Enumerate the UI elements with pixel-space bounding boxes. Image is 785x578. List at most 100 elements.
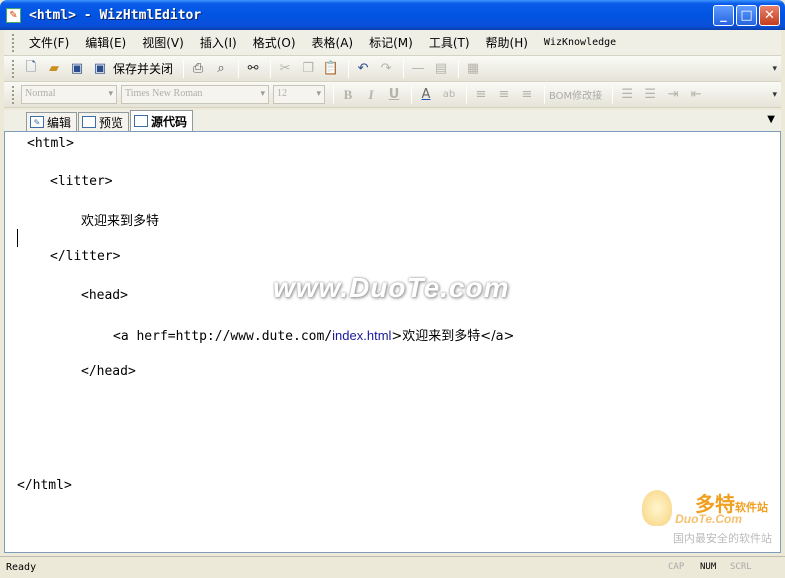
font-select[interactable]: Times New Roman xyxy=(121,85,269,104)
insert-icon[interactable]: ▤ xyxy=(431,59,451,79)
menu-edit[interactable]: 编辑(E) xyxy=(77,31,134,54)
num-indicator: NUM xyxy=(700,562,717,572)
save-close-icon[interactable]: ▣ xyxy=(90,59,110,79)
status-text: Ready xyxy=(6,562,37,573)
toolbar-separator xyxy=(238,59,240,78)
toolbar-separator xyxy=(411,85,412,104)
toolbar-separator xyxy=(270,59,272,78)
indent-icon[interactable]: ⇥ xyxy=(663,85,683,105)
toolbar-separator xyxy=(183,59,185,78)
menu-view[interactable]: 视图(V) xyxy=(134,31,192,54)
code-line: 欢迎来到多特 xyxy=(81,214,160,229)
toolbar-separator xyxy=(612,85,614,104)
tab-preview-label: 预览 xyxy=(99,115,124,130)
brand-logo: 多特软件站 DuoTe.Com 国内最安全的软件站 xyxy=(640,486,772,548)
tab-edit[interactable]: ✎ 编辑 xyxy=(26,112,78,131)
menu-help[interactable]: 帮助(H) xyxy=(478,31,536,54)
caps-indicator: CAP xyxy=(668,562,685,572)
copy-icon[interactable]: ❐ xyxy=(298,59,318,79)
watermark: www.DuoTe.com xyxy=(273,272,510,303)
scroll-indicator: SCRL xyxy=(730,562,752,572)
toolbar-separator xyxy=(403,59,405,78)
preview-icon xyxy=(82,116,97,128)
tab-source-label: 源代码 xyxy=(151,114,188,129)
toolbar-overflow-icon[interactable]: ▾ xyxy=(772,64,777,74)
app-icon: ✎ xyxy=(6,7,21,23)
tab-preview[interactable]: 预览 xyxy=(78,112,130,131)
toolbar-grip[interactable] xyxy=(12,59,15,78)
code-line: <litter> xyxy=(50,174,113,189)
bold-button[interactable]: B xyxy=(338,85,358,105)
close-button[interactable]: ✕ xyxy=(759,5,780,26)
code-line: </html> xyxy=(17,478,72,493)
tab-edit-label: 编辑 xyxy=(47,115,72,130)
menu-insert[interactable]: 插入(I) xyxy=(192,31,245,54)
minimize-button[interactable]: _ xyxy=(713,5,734,26)
toolbar-separator xyxy=(348,59,350,78)
window-title: <html> - WizHtmlEditor xyxy=(29,7,202,23)
edit-icon: ✎ xyxy=(30,116,44,128)
toolbar-grip[interactable] xyxy=(12,85,15,104)
standard-toolbar: 🗋 ▰ ▣ ▣ 保存并关闭 ⎙ ⌕ ⚯ ✂ ❐ 📋 ↶ ↷ — ▤ ▦ ▾ xyxy=(4,56,781,82)
title-bar[interactable]: ✎ <html> - WizHtmlEditor _ □ ✕ xyxy=(0,0,785,30)
font-color-button[interactable]: A xyxy=(416,85,436,105)
tab-source[interactable]: 源代码 xyxy=(130,110,194,131)
menu-wizknowledge[interactable]: WizKnowledge xyxy=(536,34,624,51)
highlight-button[interactable]: ab xyxy=(439,85,459,105)
align-left-icon[interactable]: ≡ xyxy=(471,85,491,105)
print-preview-icon[interactable]: ⌕ xyxy=(211,59,231,79)
toolbar-separator xyxy=(333,85,334,104)
menu-bar: 文件(F) 编辑(E) 视图(V) 插入(I) 格式(O) 表格(A) 标记(M… xyxy=(4,30,781,56)
save-close-button[interactable]: 保存并关闭 xyxy=(113,60,173,77)
code-line: </head> xyxy=(81,364,136,379)
numbered-list-icon[interactable]: ☰ xyxy=(617,85,637,105)
brand-url: DuoTe.Com xyxy=(675,512,742,526)
align-center-icon[interactable]: ≡ xyxy=(494,85,514,105)
toolbar-separator xyxy=(466,85,467,104)
maximize-button[interactable]: □ xyxy=(736,5,757,26)
menu-file[interactable]: 文件(F) xyxy=(21,31,77,54)
cut-icon[interactable]: ✂ xyxy=(275,59,295,79)
status-bar: Ready CAP NUM SCRL xyxy=(0,556,785,578)
source-editor[interactable]: <html> <litter> 欢迎来到多特 </litter> <head> … xyxy=(4,132,781,553)
format-toolbar: Normal Times New Roman 12 B I U A ab ≡ ≡… xyxy=(4,82,781,108)
anchor-text: >欢迎来到多特</a> xyxy=(391,329,515,344)
source-icon xyxy=(134,115,149,127)
code-line: <head> xyxy=(81,288,128,303)
clear-format-button[interactable]: BOM修改接 xyxy=(549,87,602,102)
paste-icon[interactable]: 📋 xyxy=(321,59,341,79)
italic-button[interactable]: I xyxy=(361,85,381,105)
toolbar-separator xyxy=(458,59,460,78)
print-icon[interactable]: ⎙ xyxy=(188,59,208,79)
text-caret xyxy=(17,229,18,247)
menu-table[interactable]: 表格(A) xyxy=(304,31,362,54)
underline-button[interactable]: U xyxy=(384,85,404,105)
table-icon[interactable]: ▦ xyxy=(463,59,483,79)
new-file-icon[interactable]: 🗋 xyxy=(21,59,41,79)
menu-tools[interactable]: 工具(T) xyxy=(421,31,478,54)
mascot-icon xyxy=(642,490,672,526)
align-right-icon[interactable]: ≡ xyxy=(517,85,537,105)
anchor-tag-open: <a herf=http://www.dute.com/ xyxy=(113,329,333,344)
toolbar-overflow-icon[interactable]: ▾ xyxy=(772,90,777,100)
undo-icon[interactable]: ↶ xyxy=(353,59,373,79)
redo-icon[interactable]: ↷ xyxy=(376,59,396,79)
open-folder-icon[interactable]: ▰ xyxy=(44,59,64,79)
brand-tagline: 国内最安全的软件站 xyxy=(673,532,772,545)
toolbar-separator xyxy=(544,85,545,104)
bullet-list-icon[interactable]: ☰ xyxy=(640,85,660,105)
find-icon[interactable]: ⚯ xyxy=(243,59,263,79)
size-select[interactable]: 12 xyxy=(273,85,325,104)
code-line: <html> xyxy=(27,136,74,151)
outdent-icon[interactable]: ⇤ xyxy=(686,85,706,105)
tab-menu-chevron-icon[interactable]: ▼ xyxy=(767,114,775,125)
anchor-url: index.html xyxy=(332,328,392,343)
view-tabs: ✎ 编辑 预览 源代码 ▼ xyxy=(4,110,781,132)
menubar-grip[interactable] xyxy=(12,33,15,52)
menu-format[interactable]: 格式(O) xyxy=(245,31,304,54)
code-line: </litter> xyxy=(50,249,121,264)
horizontal-rule-icon[interactable]: — xyxy=(408,59,428,79)
menu-markup[interactable]: 标记(M) xyxy=(361,31,421,54)
style-select[interactable]: Normal xyxy=(21,85,117,104)
save-icon[interactable]: ▣ xyxy=(67,59,87,79)
